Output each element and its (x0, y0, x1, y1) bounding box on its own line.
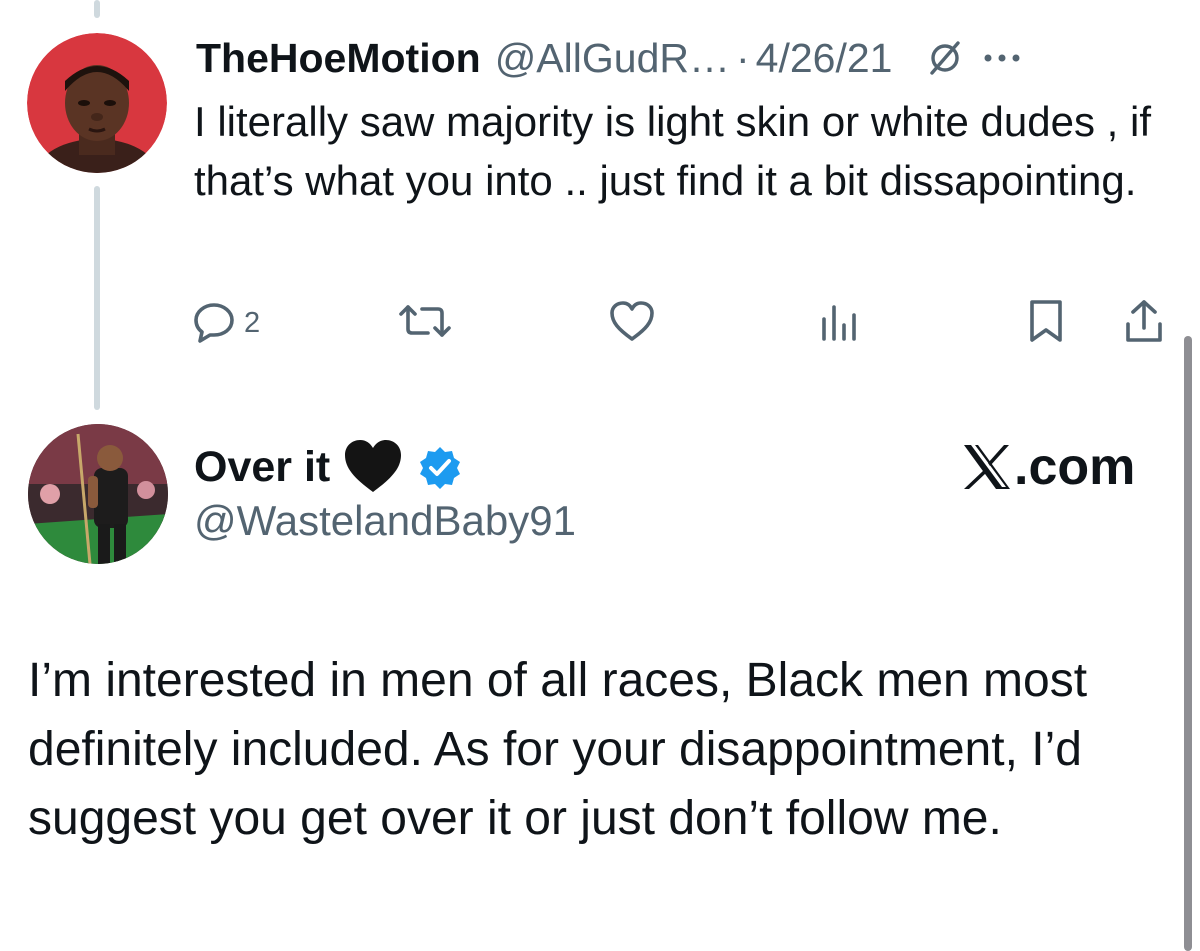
bookmark-button[interactable] (1026, 296, 1066, 350)
display-name[interactable]: Over it (194, 443, 330, 492)
thread-connector-line (94, 186, 100, 410)
reply-button[interactable]: 2 (192, 296, 260, 350)
reply-count: 2 (244, 306, 261, 339)
watermark-text: .com (1014, 438, 1136, 496)
separator-dot: · (735, 34, 750, 81)
scrollbar[interactable] (1184, 336, 1192, 951)
avatar-image (27, 33, 167, 173)
user-handle[interactable]: @AllGudR… (495, 35, 730, 82)
views-icon (818, 299, 862, 348)
share-icon (1122, 298, 1166, 349)
thread-line-top (94, 0, 100, 18)
x-com-watermark: .com (962, 436, 1135, 498)
share-button[interactable] (1122, 296, 1166, 350)
views-button[interactable] (818, 296, 862, 350)
reply-icon (192, 299, 236, 348)
like-button[interactable] (608, 296, 656, 350)
verified-badge-icon[interactable] (418, 445, 462, 489)
tweet-header: TheHoeMotion @AllGudR… · 4/26/21 (196, 28, 1022, 88)
avatar-overit[interactable] (28, 424, 168, 564)
x-logo-icon (962, 443, 1012, 491)
display-name[interactable]: TheHoeMotion (196, 35, 481, 82)
tweet-text: I literally saw majority is light skin o… (194, 98, 1151, 204)
retweet-button[interactable] (398, 296, 452, 350)
like-icon (608, 299, 656, 348)
avatar-thehoemotion[interactable] (27, 33, 167, 173)
main-tweet-name-row: Over it (194, 436, 462, 498)
tweet-date[interactable]: 4/26/21 (756, 35, 893, 82)
grok-icon[interactable] (926, 39, 964, 77)
user-handle[interactable]: @WastelandBaby91 (194, 497, 576, 545)
tweet-text: I’m interested in men of all races, Blac… (28, 654, 1088, 845)
retweet-icon (398, 299, 452, 348)
avatar-image (28, 424, 168, 564)
more-dots-icon[interactable] (982, 52, 1022, 64)
bookmark-icon (1026, 298, 1066, 349)
black-heart-icon (342, 438, 404, 496)
